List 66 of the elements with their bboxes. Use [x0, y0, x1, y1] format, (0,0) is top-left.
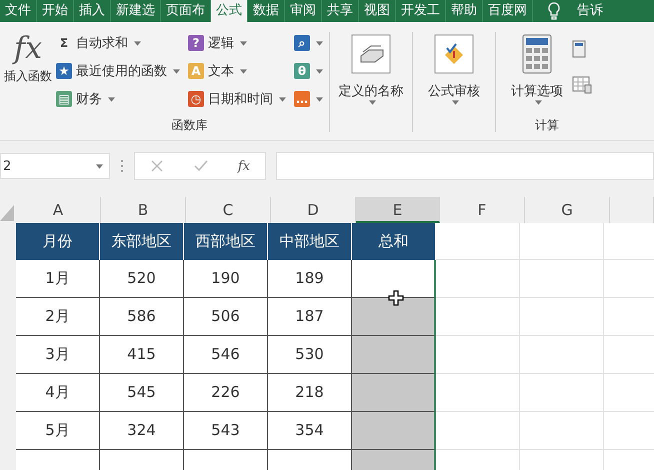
column-header[interactable]: G — [525, 197, 610, 223]
caret-icon — [134, 40, 141, 46]
function-menu-button[interactable]: ★ 最近使用的函数 — [56, 60, 180, 82]
table-header-cell: 西部地区 — [184, 223, 268, 260]
table-header-cell: 总和 — [352, 223, 436, 260]
caret-icon — [173, 68, 180, 74]
warning-check-icon — [434, 34, 474, 74]
table-header-cell: 中部地区 — [268, 223, 352, 260]
column-header[interactable]: E — [356, 197, 440, 223]
cross-cursor-icon — [388, 290, 404, 306]
insert-function-button[interactable]: fx — [238, 158, 250, 174]
table-cell: 2月 — [16, 298, 100, 336]
group-label: 函数库 — [172, 117, 208, 134]
function-menu-button[interactable]: ▤ 财务 — [56, 88, 180, 110]
table-cell: 415 — [100, 336, 184, 374]
table-cell: 543 — [184, 412, 268, 450]
name-box[interactable]: 2 — [0, 153, 110, 179]
table-cell: 5月 — [16, 412, 100, 450]
ribbon-tab[interactable]: 公式 — [211, 0, 248, 22]
name-tag-icon — [351, 34, 391, 74]
sheet-calculator-icon[interactable] — [572, 76, 592, 94]
caret-icon — [96, 164, 103, 168]
group-label: 计算 — [535, 117, 559, 134]
calculation-options-button[interactable]: 计算选项 — [502, 22, 572, 117]
formula-auditing-button[interactable]: 公式审核 — [419, 22, 489, 140]
caret-icon — [240, 68, 247, 74]
column-header[interactable]: F — [440, 197, 525, 223]
caret-icon — [316, 68, 323, 74]
caret-icon — [316, 96, 323, 102]
calculator-icon[interactable] — [572, 40, 586, 58]
formula-input[interactable] — [276, 152, 654, 180]
function-menu-button[interactable]: Σ 自动求和 — [56, 32, 180, 54]
caret-icon — [534, 100, 542, 105]
table-cell: 190 — [184, 260, 268, 298]
tell-me-text[interactable]: 告诉 — [577, 0, 603, 22]
table-cell: 324 — [100, 412, 184, 450]
table-cell: 520 — [100, 260, 184, 298]
table-cell: 4月 — [16, 374, 100, 412]
table-cell: 189 — [268, 260, 352, 298]
caret-icon — [452, 100, 458, 105]
caret-icon — [279, 96, 286, 102]
function-menu-button[interactable]: ? 逻辑 — [188, 32, 286, 54]
caret-icon — [316, 40, 323, 46]
table-cell: 226 — [184, 374, 268, 412]
function-menu-button[interactable]: ◷ 日期和时间 — [188, 88, 286, 110]
table-cell: 3月 — [16, 336, 100, 374]
check-icon[interactable] — [194, 159, 208, 173]
table-header-cell: 东部地区 — [100, 223, 184, 260]
function-menu-button[interactable]: A 文本 — [188, 60, 286, 82]
table-header-cell: 月份 — [16, 223, 100, 260]
caret-icon — [108, 96, 115, 102]
caret-icon — [240, 40, 247, 46]
table-cell: 586 — [100, 298, 184, 336]
drag-handle-icon — [120, 159, 124, 173]
table-cell: 506 — [184, 298, 268, 336]
function-menu-button[interactable]: ⌕ — [294, 32, 323, 54]
caret-icon — [368, 100, 376, 105]
cancel-icon[interactable] — [150, 159, 164, 173]
table-cell: 545 — [100, 374, 184, 412]
calculator-icon — [522, 34, 552, 74]
table-cell: 1月 — [16, 260, 100, 298]
table-cell: 546 — [184, 336, 268, 374]
row-header[interactable] — [0, 223, 16, 260]
insert-function-button[interactable]: fx 插入函数 — [0, 22, 56, 140]
defined-names-button[interactable]: 定义的名称 — [336, 22, 406, 140]
lightbulb-icon[interactable] — [547, 2, 561, 20]
